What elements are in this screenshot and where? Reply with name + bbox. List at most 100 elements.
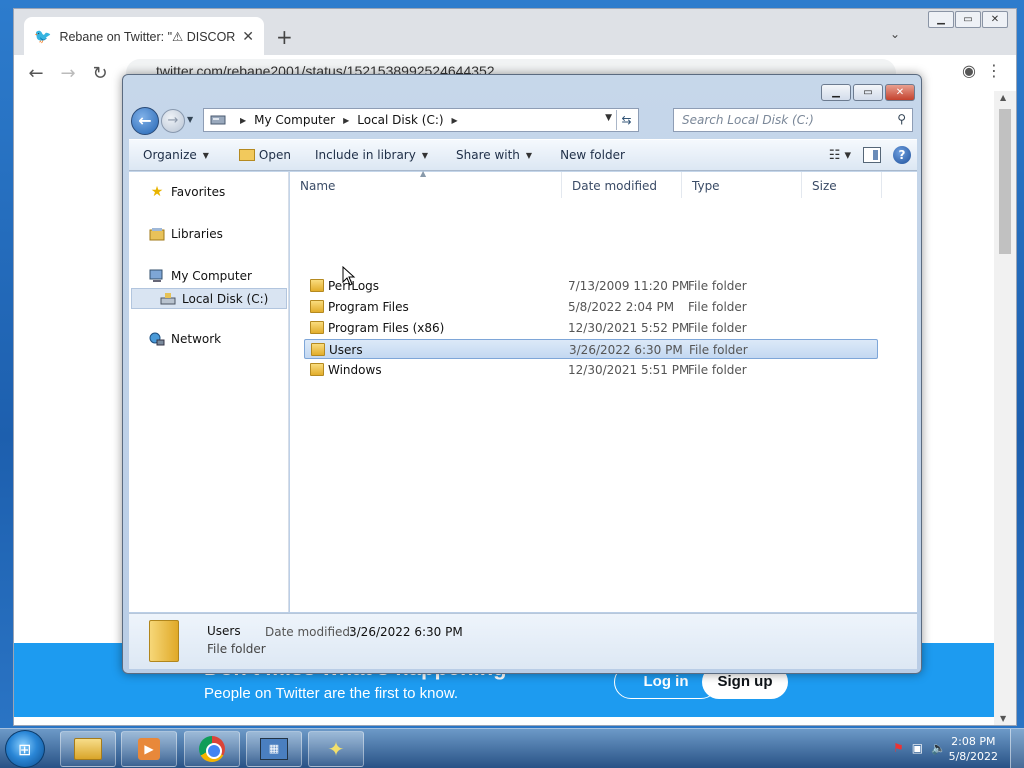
file-type: File folder bbox=[688, 300, 747, 314]
chevron-down-icon: ▼ bbox=[525, 150, 533, 160]
details-pane: Users File folder Date modified: 3/26/20… bbox=[129, 613, 917, 669]
command-bar-right: ☷ ▾ ? bbox=[829, 146, 911, 164]
scroll-up-icon[interactable]: ▲ bbox=[1000, 93, 1006, 102]
open-button[interactable]: Open bbox=[219, 148, 301, 162]
nav-network-label: Network bbox=[171, 332, 222, 346]
table-row[interactable]: Windows 12/30/2021 5:51 PM File folder bbox=[304, 360, 878, 380]
network-icon bbox=[149, 331, 165, 347]
magic-wand-icon: ✦ bbox=[327, 737, 345, 761]
nav-favorites[interactable]: ★ Favorites bbox=[149, 184, 226, 200]
folder-icon bbox=[310, 279, 324, 292]
network-tray-icon[interactable]: ▣ bbox=[912, 741, 923, 755]
file-list: Name ▲ Date modified Type Size PerfLogs … bbox=[290, 169, 917, 612]
taskbar-control-panel[interactable]: ▦ bbox=[246, 731, 302, 767]
volume-icon[interactable]: 🔈 bbox=[931, 741, 946, 755]
column-header-type[interactable]: Type bbox=[682, 172, 802, 198]
file-name: Program Files (x86) bbox=[328, 321, 445, 335]
clock-date: 5/8/2022 bbox=[948, 750, 998, 763]
tab-title: Rebane on Twitter: "⚠ DISCORD bbox=[59, 29, 237, 44]
toolbar-right-icons: ◉ ⋮ bbox=[962, 61, 1002, 80]
scroll-thumb[interactable] bbox=[999, 109, 1011, 254]
include-in-library-button[interactable]: Include in library ▼ bbox=[301, 148, 438, 162]
tab-close-icon[interactable]: ✕ bbox=[242, 28, 254, 45]
details-date-label: Date modified: bbox=[265, 625, 355, 639]
column-header-date-modified[interactable]: Date modified bbox=[562, 172, 682, 198]
share-with-button[interactable]: Share with ▼ bbox=[438, 148, 542, 162]
windows-logo-icon: ⊞ bbox=[18, 740, 32, 759]
chrome-maximize-button[interactable]: ▭ bbox=[955, 11, 981, 28]
file-type: File folder bbox=[688, 363, 747, 377]
show-desktop-button[interactable] bbox=[1010, 729, 1024, 768]
chrome-close-button[interactable]: ✕ bbox=[982, 11, 1008, 28]
column-size-label: Size bbox=[812, 179, 837, 193]
nav-network[interactable]: Network bbox=[149, 331, 221, 347]
new-tab-button[interactable]: + bbox=[276, 25, 293, 49]
details-name: Users bbox=[207, 624, 241, 638]
forward-arrow-icon[interactable]: → bbox=[52, 63, 84, 84]
preview-pane-icon[interactable] bbox=[863, 147, 881, 163]
close-button[interactable]: ✕ bbox=[885, 84, 915, 101]
nav-libraries[interactable]: Libraries bbox=[149, 226, 223, 242]
folder-icon bbox=[149, 620, 179, 662]
taskbar-media-player[interactable]: ▶ bbox=[121, 731, 177, 767]
maximize-button[interactable]: ▭ bbox=[853, 84, 883, 101]
reload-icon[interactable]: ↻ bbox=[84, 63, 116, 84]
share-with-label: Share with bbox=[456, 148, 520, 162]
profile-icon[interactable]: ◉ bbox=[962, 61, 976, 80]
address-dropdown-icon[interactable]: ▼ bbox=[605, 113, 612, 123]
drive-icon bbox=[160, 291, 176, 307]
nav-libraries-label: Libraries bbox=[171, 227, 223, 241]
computer-icon bbox=[210, 115, 226, 125]
menu-kebab-icon[interactable]: ⋮ bbox=[986, 61, 1002, 80]
start-button[interactable]: ⊞ bbox=[5, 730, 45, 768]
nav-my-computer[interactable]: My Computer bbox=[149, 268, 252, 284]
page-scrollbar[interactable]: ▲ ▼ bbox=[994, 91, 1016, 725]
new-folder-button[interactable]: New folder bbox=[542, 148, 635, 162]
chrome-minimize-button[interactable]: ▁ bbox=[928, 11, 954, 28]
breadcrumb-separator-icon[interactable]: ▶ bbox=[240, 116, 246, 125]
search-input[interactable]: Search Local Disk (C:) ⚲ bbox=[673, 108, 913, 132]
breadcrumb-local-disk[interactable]: Local Disk (C:) bbox=[357, 113, 443, 127]
libraries-icon bbox=[149, 226, 165, 242]
action-center-flag-icon[interactable]: ⚑ bbox=[893, 741, 904, 755]
breadcrumb-my-computer[interactable]: My Computer bbox=[254, 113, 335, 127]
system-tray: ⚑ ▣ 🔈 bbox=[893, 741, 946, 755]
column-date-label: Date modified bbox=[572, 179, 658, 193]
help-icon[interactable]: ? bbox=[893, 146, 911, 164]
organize-button[interactable]: Organize ▼ bbox=[129, 148, 219, 162]
chrome-window-controls: ▁ ▭ ✕ bbox=[927, 11, 1008, 28]
breadcrumb-separator-icon[interactable]: ▶ bbox=[343, 116, 349, 125]
table-row[interactable]: Program Files 5/8/2022 2:04 PM File fold… bbox=[304, 297, 878, 317]
nav-my-computer-label: My Computer bbox=[171, 269, 252, 283]
nav-favorites-label: Favorites bbox=[171, 185, 226, 199]
taskbar-chrome[interactable] bbox=[184, 731, 240, 767]
tab-search-icon[interactable]: ⌄ bbox=[890, 27, 900, 41]
back-button[interactable]: ← bbox=[131, 107, 159, 135]
taskbar-wizard[interactable]: ✦ bbox=[308, 731, 364, 767]
table-row[interactable]: PerfLogs 7/13/2009 11:20 PM File folder bbox=[304, 276, 878, 296]
refresh-icon[interactable]: ⇆ bbox=[616, 110, 636, 130]
column-header-size[interactable]: Size bbox=[802, 172, 882, 198]
breadcrumb[interactable]: ▶ My Computer ▶ Local Disk (C:) ▶ ▼ ⇆ bbox=[203, 108, 639, 132]
recent-pages-icon[interactable]: ▼ bbox=[187, 115, 193, 124]
back-arrow-icon[interactable]: ← bbox=[20, 63, 52, 84]
folder-open-icon bbox=[238, 149, 255, 161]
clock[interactable]: 2:08 PM 5/8/2022 bbox=[949, 734, 998, 764]
table-row[interactable]: Program Files (x86) 12/30/2021 5:52 PM F… bbox=[304, 318, 878, 338]
folder-icon bbox=[310, 321, 324, 334]
scroll-down-icon[interactable]: ▼ bbox=[1000, 714, 1006, 723]
forward-button[interactable]: → bbox=[161, 109, 185, 133]
nav-local-disk[interactable]: Local Disk (C:) bbox=[131, 288, 287, 309]
browser-tab[interactable]: 🐦 Rebane on Twitter: "⚠ DISCORD ✕ bbox=[24, 17, 264, 55]
breadcrumb-separator-icon[interactable]: ▶ bbox=[452, 116, 458, 125]
search-icon[interactable]: ⚲ bbox=[897, 112, 906, 126]
change-view-icon[interactable]: ☷ ▾ bbox=[829, 148, 851, 163]
file-name: Users bbox=[329, 343, 363, 357]
chevron-down-icon: ▼ bbox=[202, 150, 209, 160]
minimize-button[interactable]: ▁ bbox=[821, 84, 851, 101]
navigation-pane: ★ Favorites Libraries My Computer Local … bbox=[129, 172, 289, 612]
table-row-selected[interactable]: Users 3/26/2022 6:30 PM File folder bbox=[304, 339, 878, 359]
taskbar-explorer[interactable] bbox=[60, 731, 116, 767]
column-name-label: Name bbox=[300, 179, 336, 193]
column-header-name[interactable]: Name ▲ bbox=[290, 169, 562, 198]
